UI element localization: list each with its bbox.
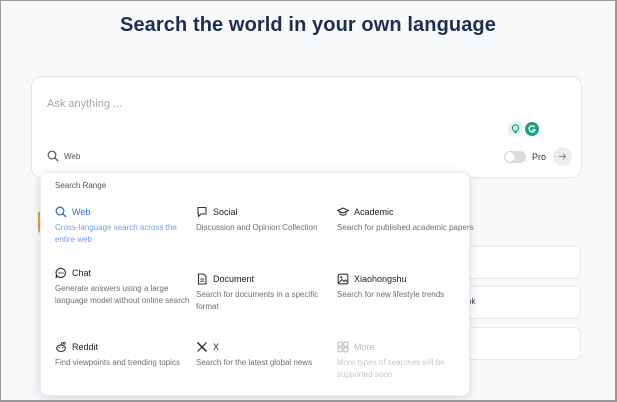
search-box: Web Pro	[31, 76, 582, 178]
option-chat[interactable]: Chat Generate answers using a large lang…	[55, 266, 193, 307]
option-label: Xiaohongshu	[354, 274, 407, 284]
pro-controls: Pro	[503, 147, 572, 166]
document-icon	[197, 273, 207, 285]
chat-bubble-icon	[197, 206, 207, 218]
option-web[interactable]: Web Cross-language search across the ent…	[55, 205, 193, 246]
app-frame: Search the world in your own language kT…	[1, 1, 615, 400]
arrow-right-icon	[558, 153, 567, 160]
option-social[interactable]: Social Discussion and Opinion Collection	[196, 205, 334, 234]
option-description: Generate answers using a large language …	[55, 284, 190, 305]
option-label: Web	[72, 207, 91, 217]
option-reddit[interactable]: Reddit Find viewpoints and trending topi…	[55, 340, 193, 369]
search-input[interactable]	[47, 96, 487, 112]
reddit-icon	[56, 341, 66, 353]
option-document[interactable]: Document Search for documents in a speci…	[196, 272, 334, 313]
option-label: Academic	[354, 207, 394, 217]
grammarly-icon[interactable]	[525, 122, 539, 136]
option-label: Social	[213, 207, 238, 217]
image-icon	[337, 273, 349, 285]
search-icon	[55, 206, 67, 218]
option-description: Cross-language search across the entire …	[55, 223, 177, 244]
search-icon	[47, 150, 59, 162]
option-label: Chat	[72, 268, 92, 278]
option-description: Find viewpoints and trending topics	[55, 358, 180, 367]
option-label: More	[354, 342, 375, 352]
pro-label: Pro	[531, 151, 546, 162]
option-label: X	[213, 342, 220, 352]
graduation-cap-icon	[337, 207, 349, 216]
option-description: Search for new lifestyle trends	[337, 290, 445, 299]
option-label: Reddit	[72, 342, 99, 352]
option-description: Search for documents in a specific forma…	[196, 290, 319, 311]
extension-icons	[508, 122, 539, 136]
page-title: Search the world in your own language	[120, 14, 496, 36]
chat-dots-icon	[55, 267, 66, 279]
dropdown-title: Search Range	[55, 181, 107, 190]
send-button[interactable]	[553, 147, 572, 166]
option-academic[interactable]: Academic Search for published academic p…	[337, 205, 475, 234]
option-description: More types of searches will be supported…	[337, 358, 445, 379]
pro-toggle[interactable]	[503, 150, 526, 163]
search-scope-button[interactable]: Web	[47, 150, 80, 162]
lightbulb-icon[interactable]	[508, 122, 522, 136]
option-description: Search for the latest global news	[196, 358, 313, 367]
option-x[interactable]: X Search for the latest global news	[196, 340, 334, 369]
option-description: Discussion and Opinion Collection	[196, 223, 318, 232]
option-xiaohongshu[interactable]: Xiaohongshu Search for new lifestyle tre…	[337, 272, 475, 301]
search-range-dropdown: Search Range Web Cross-language search a…	[40, 172, 474, 396]
option-label: Document	[213, 274, 255, 284]
grid-icon	[337, 341, 349, 353]
option-more: More More types of searches will be supp…	[337, 340, 475, 381]
x-logo-icon	[196, 341, 208, 353]
search-scope-label: Web	[64, 151, 81, 161]
option-description: Search for published academic papers	[337, 223, 474, 232]
